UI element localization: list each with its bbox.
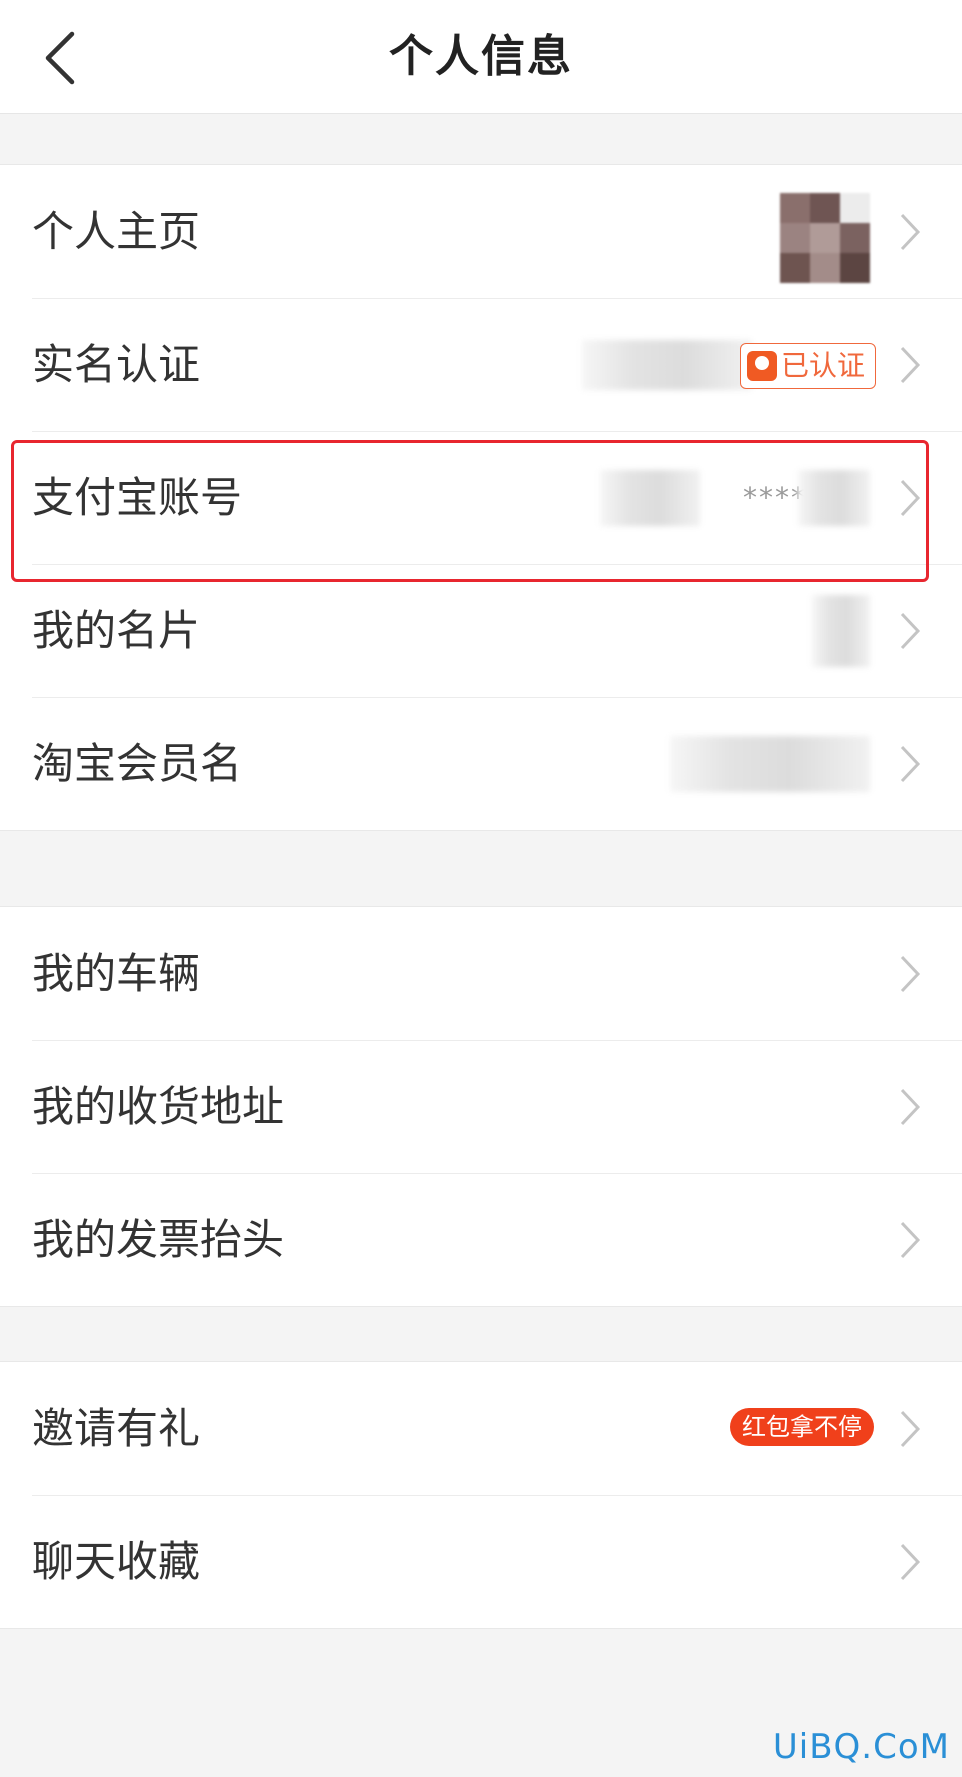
row-label: 淘宝会员名	[32, 739, 243, 788]
row-label: 聊天收藏	[32, 1537, 201, 1586]
chevron-right-icon	[900, 612, 921, 650]
row-my-shipping-address[interactable]: 我的收货地址	[0, 1040, 962, 1173]
watermark: UiBQ.CoM	[772, 1727, 950, 1767]
masked-member-name	[670, 735, 870, 792]
row-label: 我的名片	[32, 606, 201, 655]
verified-person-icon	[746, 351, 777, 381]
row-label: 个人主页	[32, 207, 201, 256]
page-title: 个人信息	[389, 31, 573, 82]
chevron-right-icon	[900, 1088, 921, 1126]
row-chat-favorites[interactable]: 聊天收藏	[0, 1495, 962, 1628]
row-label: 邀请有礼	[32, 1404, 201, 1453]
row-label: 我的发票抬头	[32, 1215, 285, 1264]
navigation-bar: 个人信息	[0, 0, 962, 114]
verified-badge-label: 已认证	[780, 349, 865, 382]
row-my-invoice-title[interactable]: 我的发票抬头	[0, 1173, 962, 1306]
chevron-right-icon	[900, 213, 921, 251]
chevron-right-icon	[900, 1543, 921, 1581]
row-label: 我的车辆	[32, 949, 201, 998]
address-group: 我的车辆 我的收货地址 我的发票抬头	[0, 906, 962, 1307]
row-personal-homepage[interactable]: 个人主页	[0, 165, 962, 298]
chevron-right-icon	[900, 1410, 921, 1448]
chevron-right-icon	[900, 346, 921, 384]
misc-group: 邀请有礼 红包拿不停 聊天收藏	[0, 1361, 962, 1629]
row-invite-rewards[interactable]: 邀请有礼 红包拿不停	[0, 1362, 962, 1495]
row-label: 实名认证	[32, 340, 201, 389]
masked-name	[582, 339, 752, 390]
highlight-box	[11, 440, 929, 582]
row-real-name-verification[interactable]: 实名认证 已认证	[0, 298, 962, 431]
chevron-right-icon	[900, 955, 921, 993]
verified-badge: 已认证	[739, 343, 876, 389]
row-my-business-card[interactable]: 我的名片	[0, 564, 962, 697]
row-taobao-member-name[interactable]: 淘宝会员名	[0, 697, 962, 830]
chevron-right-icon	[900, 1221, 921, 1259]
row-my-vehicles[interactable]: 我的车辆	[0, 907, 962, 1040]
row-label: 我的收货地址	[32, 1082, 285, 1131]
qr-code-thumbnail	[812, 594, 870, 667]
red-packet-badge: 红包拿不停	[730, 1408, 874, 1446]
avatar	[780, 193, 870, 283]
chevron-right-icon	[900, 745, 921, 783]
